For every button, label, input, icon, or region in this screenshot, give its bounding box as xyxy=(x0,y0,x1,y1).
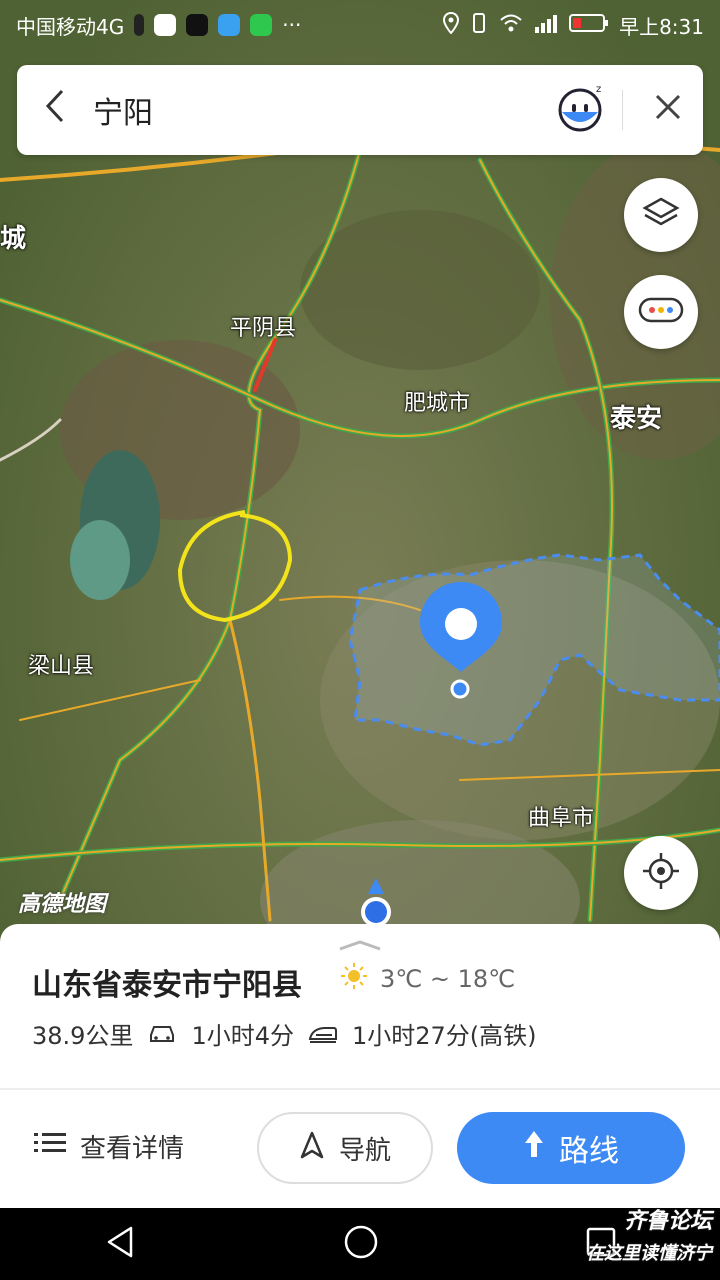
watermark-line-2: 在这里读懂济宁 xyxy=(586,1243,712,1264)
more-notifications-icon: ··· xyxy=(282,13,302,37)
sheet-handle-icon[interactable] xyxy=(336,936,384,951)
voice-assistant-button[interactable]: z xyxy=(552,80,612,140)
train-time-text: 1小时27分(高铁) xyxy=(351,1022,537,1050)
vibrate-icon xyxy=(469,12,489,39)
wifi-icon xyxy=(499,13,523,38)
distance-text: 38.9公里 xyxy=(32,1022,134,1050)
sim-icon xyxy=(134,14,145,36)
locate-icon xyxy=(641,851,681,895)
search-bar: 宁阳 z xyxy=(17,65,703,155)
nav-home-icon[interactable] xyxy=(343,1224,379,1264)
clock-text: 早上8:31 xyxy=(619,14,704,39)
close-icon xyxy=(654,90,682,130)
watermark-line-1: 齐鲁论坛 xyxy=(623,1209,712,1234)
layers-icon xyxy=(641,193,681,237)
layers-button[interactable] xyxy=(624,178,698,252)
signal-icon xyxy=(533,13,559,38)
car-icon xyxy=(147,1023,177,1045)
more-tools-button[interactable] xyxy=(624,275,698,349)
route-arrow-icon xyxy=(523,1129,545,1167)
current-location-icon xyxy=(356,876,396,927)
svg-text:z: z xyxy=(596,84,601,95)
forum-watermark: 齐鲁论坛 在这里读懂济宁 xyxy=(512,1206,712,1276)
close-button[interactable] xyxy=(633,65,703,155)
travel-info: 38.9公里 1小时4分 1小时27分(高铁) xyxy=(32,1016,537,1051)
video-app-icon xyxy=(154,14,177,36)
navigate-button[interactable]: 导航 xyxy=(257,1112,433,1184)
place-sheet[interactable] xyxy=(0,924,720,1088)
nav-back-icon[interactable] xyxy=(103,1225,137,1263)
train-icon xyxy=(308,1023,338,1045)
view-details-label: 查看详情 xyxy=(80,1134,185,1164)
sun-icon xyxy=(340,962,368,996)
voice-assistant-icon: z xyxy=(556,82,608,138)
list-icon xyxy=(34,1130,66,1163)
view-details-button[interactable]: 查看详情 xyxy=(34,1128,184,1165)
temperature-text: 3℃ ~ 18℃ xyxy=(380,965,516,993)
iqiyi-icon xyxy=(250,14,273,36)
chevron-left-icon xyxy=(44,88,66,133)
carrier-text: 中国移动4G xyxy=(16,14,125,39)
navigation-arrow-icon xyxy=(299,1131,325,1166)
search-divider xyxy=(622,90,623,130)
search-query[interactable]: 宁阳 xyxy=(93,88,552,132)
battery-icon xyxy=(569,13,609,38)
tiktok-icon xyxy=(186,14,209,36)
place-title: 山东省泰安市宁阳县 xyxy=(32,968,302,1003)
map-label-cheng: 城 xyxy=(0,224,27,254)
drive-time-text: 1小时4分 xyxy=(191,1022,294,1050)
navigate-label: 导航 xyxy=(338,1135,391,1166)
route-label: 路线 xyxy=(559,1134,619,1169)
map-label-qufu: 曲阜市 xyxy=(528,806,595,831)
app-icon xyxy=(218,14,241,36)
more-dots-icon xyxy=(638,297,684,327)
back-button[interactable] xyxy=(17,65,93,155)
map-label-taian: 泰安 xyxy=(610,404,663,434)
map-label-feicheng: 肥城市 xyxy=(404,391,471,416)
map-brand-logo: 高德地图 xyxy=(18,892,107,917)
status-bar: 中国移动4G ··· 早上8:31 xyxy=(0,0,720,50)
locate-button[interactable] xyxy=(624,836,698,910)
map-label-pingyin: 平阴县 xyxy=(230,316,297,341)
location-pin-icon[interactable] xyxy=(418,580,504,700)
route-button[interactable]: 路线 xyxy=(457,1112,685,1184)
weather-info: 3℃ ~ 18℃ xyxy=(340,962,515,996)
map-label-liangshan: 梁山县 xyxy=(28,654,95,679)
location-status-icon xyxy=(443,11,460,39)
